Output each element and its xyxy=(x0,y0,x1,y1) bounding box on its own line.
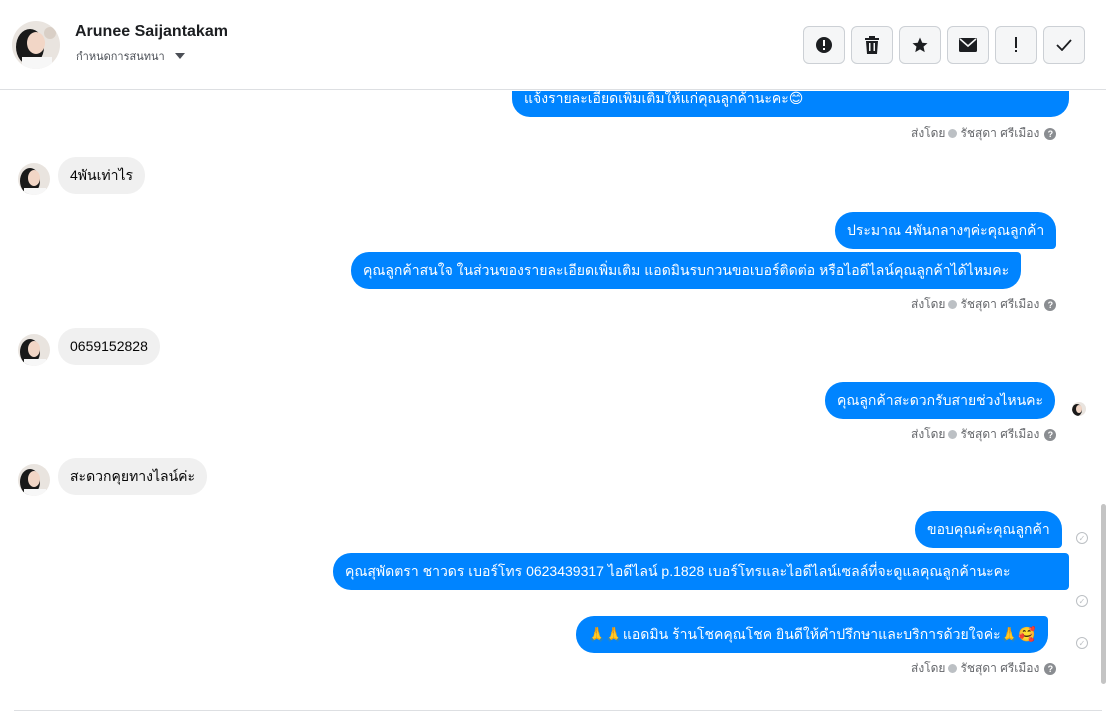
message-text: คุณลูกค้าสะดวกรับสายช่วงไหนคะ xyxy=(837,392,1044,408)
contact-avatar-small xyxy=(18,163,50,195)
composer-divider xyxy=(14,710,1102,711)
mark-unread-button[interactable] xyxy=(947,26,989,64)
message-text: ขอบคุณค่ะคุณลูกค้า xyxy=(927,521,1050,537)
help-icon[interactable]: ? xyxy=(1044,298,1057,311)
sent-status-icon: ✓ xyxy=(1076,595,1088,607)
message-text: 🙏🙏แอดมิน ร้านโชคคุณโชค ยินดีให้คำปรึกษาแ… xyxy=(588,626,1036,642)
mark-done-button[interactable] xyxy=(1043,26,1085,64)
seen-avatar xyxy=(1072,402,1086,416)
contact-avatar-small xyxy=(18,464,50,496)
message-bubble-outgoing[interactable]: คุณสุพัดตรา ชาวดร เบอร์โทร 0623439317 ไอ… xyxy=(333,553,1069,590)
message-text: คุณลูกค้าสนใจ ในส่วนของรายละเอียดเพิ่มเต… xyxy=(363,262,1010,278)
sent-status-icon: ✓ xyxy=(1076,637,1088,649)
thread-scrollbar[interactable] xyxy=(1100,91,1106,711)
conversation-actions xyxy=(803,26,1085,64)
message-text: ประมาณ 4พันกลางๆค่ะคุณลูกค้า xyxy=(847,222,1045,238)
check-icon xyxy=(1056,39,1072,51)
sent-by-label: ส่งโดย รัชสุดา ศรีเมือง ? xyxy=(911,124,1057,143)
assign-conversation-dropdown[interactable]: กำหนดการสนทนา xyxy=(76,47,185,65)
star-icon xyxy=(911,36,929,54)
contact-avatar-small xyxy=(18,334,50,366)
message-bubble-incoming[interactable]: 0659152828 xyxy=(58,328,160,365)
message-bubble-outgoing[interactable]: คุณลูกค้าสนใจ ในส่วนของรายละเอียดเพิ่มเต… xyxy=(351,252,1022,289)
message-thread[interactable]: แจ้งรายละเอียดเพิ่มเติมให้แก่คุณลูกค้านะ… xyxy=(0,91,1100,711)
mark-spam-button[interactable] xyxy=(803,26,845,64)
conversation-header: Arunee Saijantakam กำหนดการสนทนา xyxy=(0,0,1106,90)
sent-by-label: ส่งโดย รัชสุดา ศรีเมือง ? xyxy=(911,295,1057,314)
contact-name[interactable]: Arunee Saijantakam xyxy=(75,23,228,41)
trash-icon xyxy=(864,36,880,54)
delete-button[interactable] xyxy=(851,26,893,64)
message-bubble-outgoing[interactable]: 🙏🙏แอดมิน ร้านโชคคุณโชค ยินดีให้คำปรึกษาแ… xyxy=(576,616,1048,653)
caret-down-icon xyxy=(174,53,185,59)
contact-avatar[interactable] xyxy=(12,21,60,69)
message-text: แจ้งรายละเอียดเพิ่มเติมให้แก่คุณลูกค้านะ… xyxy=(524,91,804,106)
agent-name: รัชสุดา ศรีเมือง xyxy=(960,297,1040,311)
agent-status-icon xyxy=(948,300,958,309)
sent-by-label: ส่งโดย รัชสุดา ศรีเมือง ? xyxy=(911,659,1057,678)
message-bubble-outgoing[interactable]: ประมาณ 4พันกลางๆค่ะคุณลูกค้า xyxy=(835,212,1057,249)
exclamation-icon xyxy=(1013,37,1019,53)
message-text: 4พันเท่าไร xyxy=(70,167,134,183)
message-bubble-outgoing[interactable]: คุณลูกค้าสะดวกรับสายช่วงไหนคะ xyxy=(825,382,1056,419)
agent-status-icon xyxy=(948,129,958,138)
star-button[interactable] xyxy=(899,26,941,64)
message-text: สะดวกคุยทางไลน์ค่ะ xyxy=(70,468,196,484)
scrollbar-thumb[interactable] xyxy=(1101,504,1106,684)
message-bubble-incoming[interactable]: สะดวกคุยทางไลน์ค่ะ xyxy=(58,458,208,495)
message-text: 0659152828 xyxy=(70,338,148,354)
envelope-icon xyxy=(959,38,977,52)
agent-name: รัชสุดา ศรีเมือง xyxy=(960,661,1040,675)
agent-status-icon xyxy=(948,664,958,673)
help-icon[interactable]: ? xyxy=(1044,127,1057,140)
message-bubble-outgoing[interactable]: ขอบคุณค่ะคุณลูกค้า xyxy=(915,511,1062,548)
assign-label: กำหนดการสนทนา xyxy=(76,51,165,63)
message-bubble-incoming[interactable]: 4พันเท่าไร xyxy=(58,157,146,194)
follow-up-button[interactable] xyxy=(995,26,1037,64)
sent-by-label: ส่งโดย รัชสุดา ศรีเมือง ? xyxy=(911,425,1057,444)
sent-status-icon: ✓ xyxy=(1076,532,1088,544)
agent-name: รัชสุดา ศรีเมือง xyxy=(960,427,1040,441)
alert-circle-icon xyxy=(815,36,833,54)
agent-status-icon xyxy=(948,430,958,439)
message-bubble-outgoing[interactable]: แจ้งรายละเอียดเพิ่มเติมให้แก่คุณลูกค้านะ… xyxy=(512,91,1069,117)
message-text: คุณสุพัดตรา ชาวดร เบอร์โทร 0623439317 ไอ… xyxy=(345,563,1011,579)
help-icon[interactable]: ? xyxy=(1044,662,1057,675)
messenger-conversation: Arunee Saijantakam กำหนดการสนทนา แจ้งราย… xyxy=(0,0,1106,714)
agent-name: รัชสุดา ศรีเมือง xyxy=(960,126,1040,140)
help-icon[interactable]: ? xyxy=(1044,428,1057,441)
